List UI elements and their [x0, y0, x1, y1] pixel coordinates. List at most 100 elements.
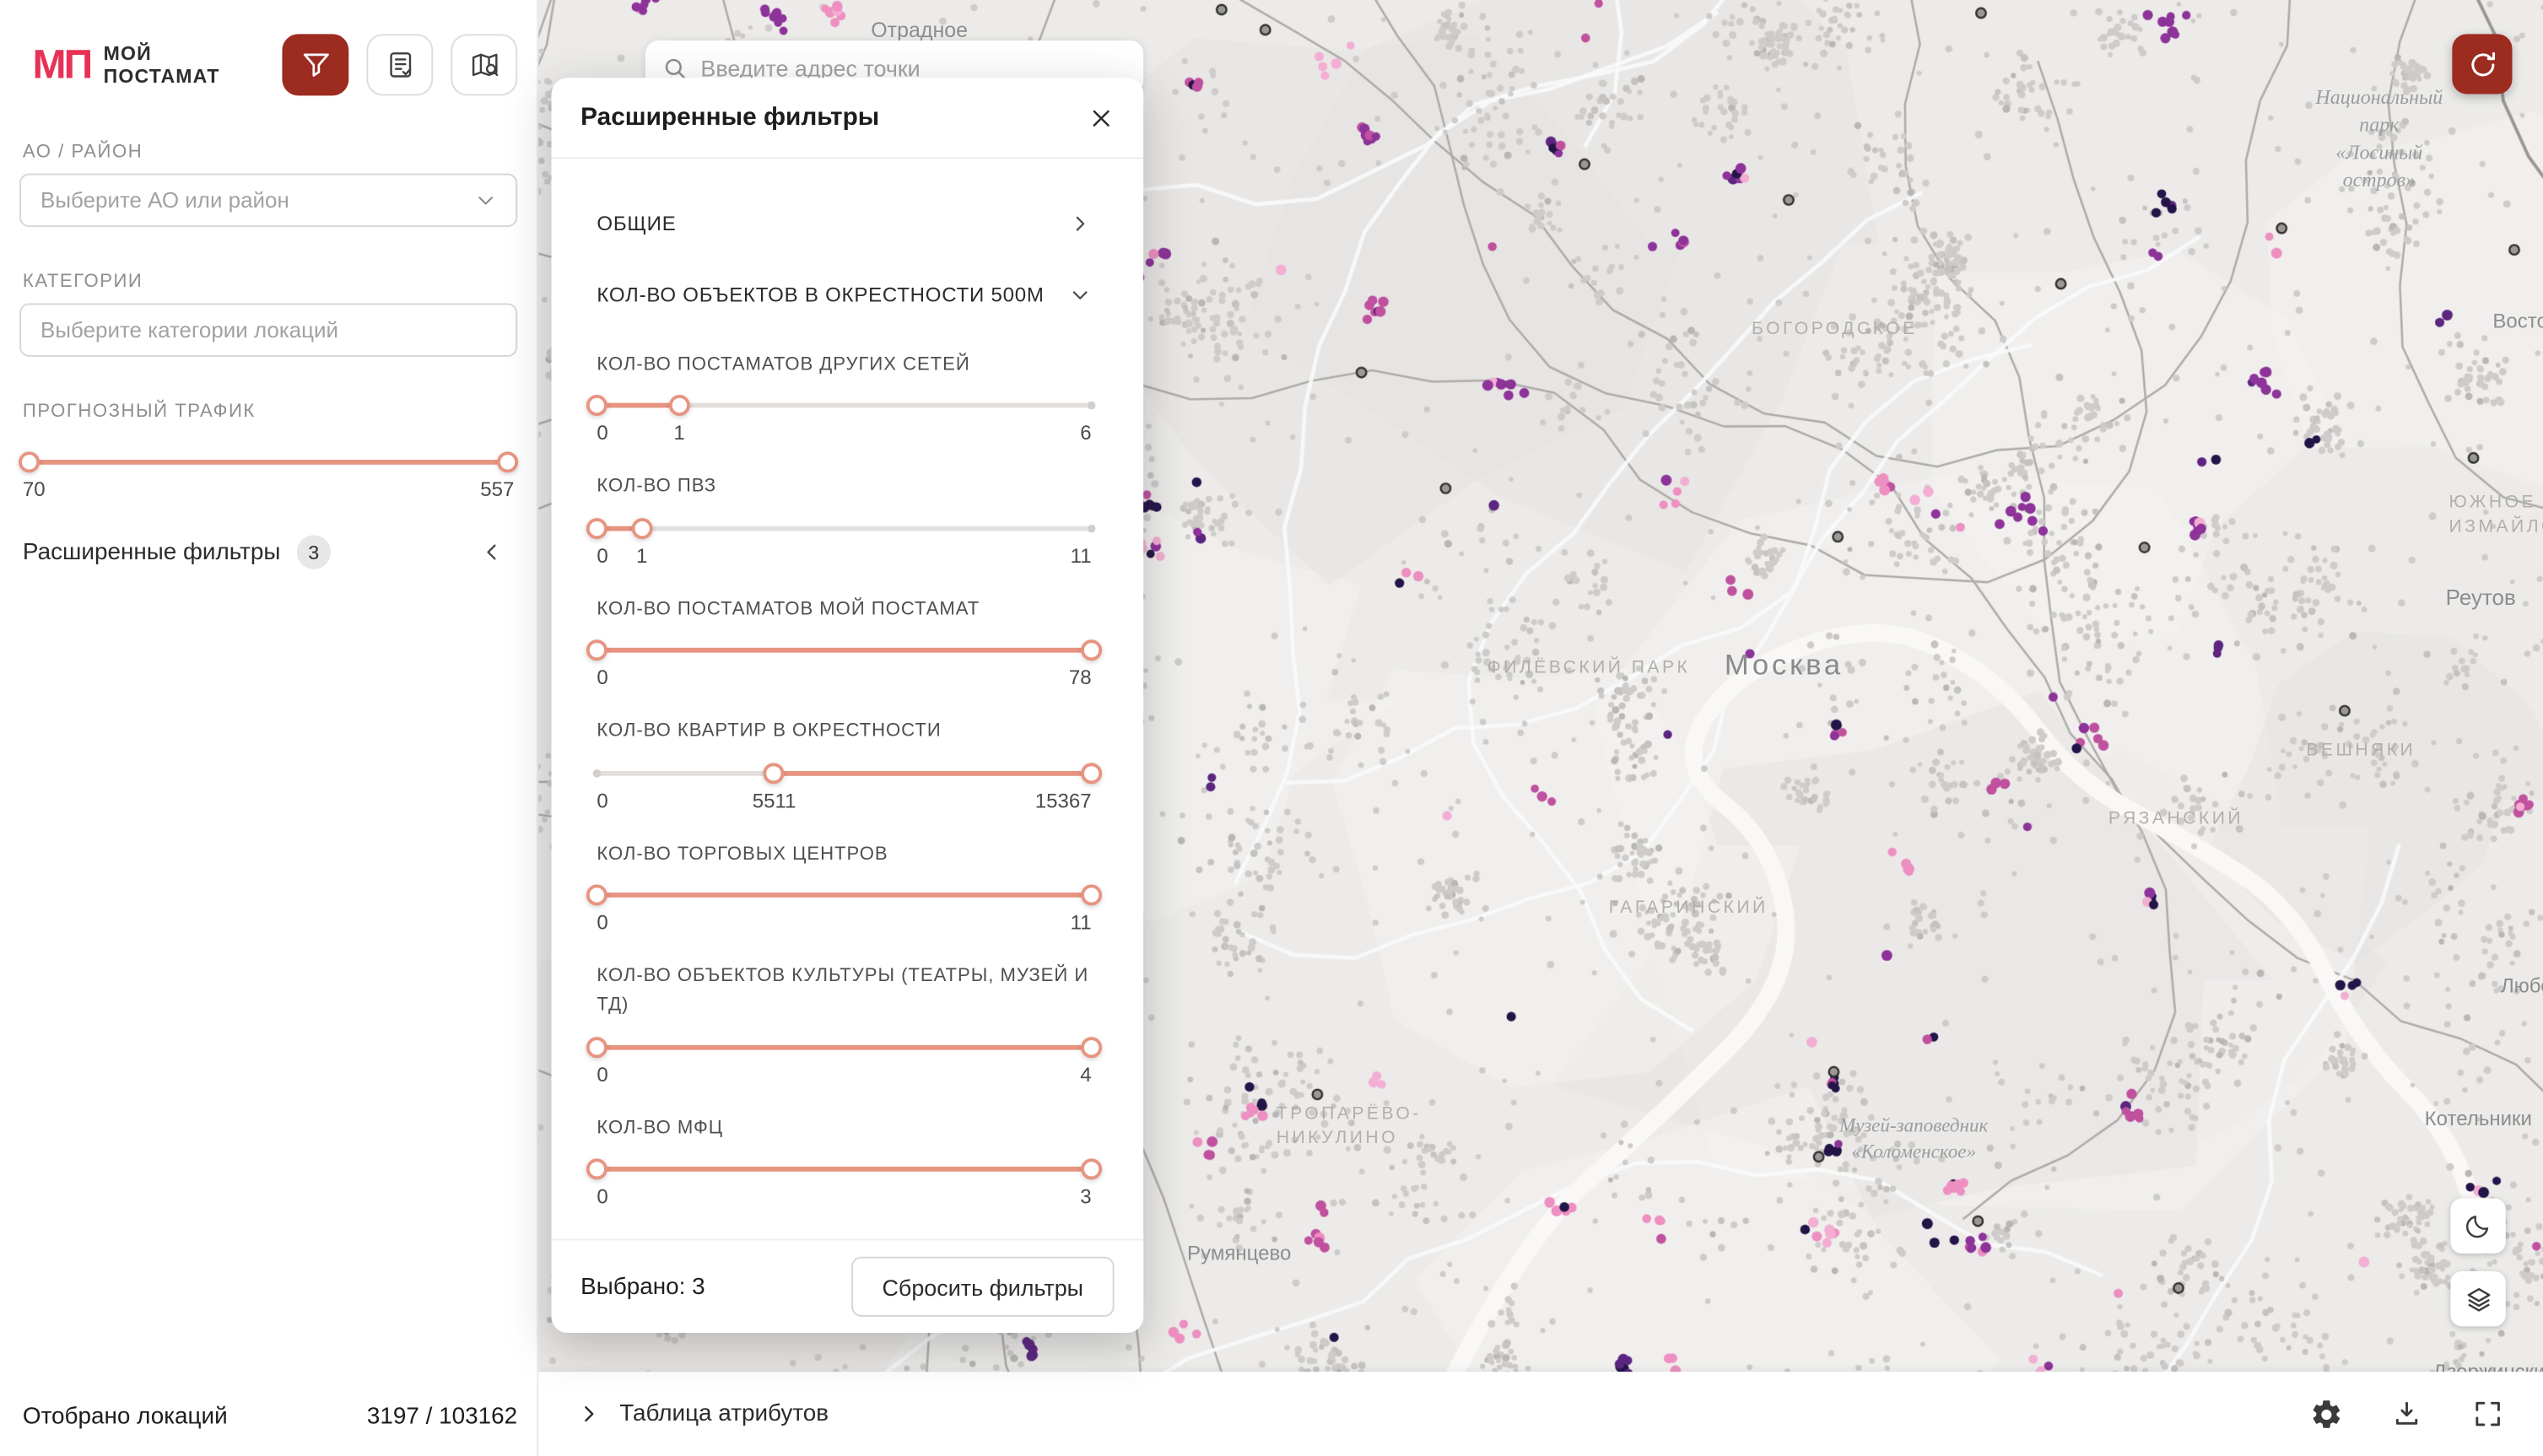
download-icon [2390, 1398, 2422, 1430]
selected-locations-value: 3197 / 103162 [367, 1405, 517, 1431]
traffic-range-slider[interactable] [30, 450, 508, 473]
chevron-right-icon [577, 1403, 600, 1426]
advanced-filters-modal: Расширенные фильтры ОБЩИЕ КОЛ-ВО ОБЪЕКТО… [552, 78, 1144, 1333]
modal-footer: Выбрано: 3 Сбросить фильтры [552, 1239, 1144, 1333]
range-slider[interactable] [597, 517, 1091, 540]
categories-input[interactable] [19, 303, 517, 356]
chevron-down-icon [475, 190, 496, 211]
chevron-right-icon [1069, 213, 1092, 235]
filter-group: КОЛ-ВО ПОСТАМАТОВ ДРУГИХ СЕТЕЙ 016 [597, 350, 1091, 446]
crescent-icon [2464, 1211, 2493, 1241]
gear-icon [2308, 1397, 2342, 1431]
slider-values: 011 [597, 911, 1091, 936]
sidebar-header: МП МОЙ ПОСТАМАТ [19, 32, 517, 97]
magnifier-icon [661, 54, 688, 80]
slider-handle-min[interactable] [586, 396, 607, 417]
filter-label: КОЛ-ВО ПОСТАМАТОВ МОЙ ПОСТАМАТ [597, 595, 1091, 624]
section-general[interactable]: ОБЩИЕ [597, 188, 1091, 260]
toolbar [282, 34, 517, 95]
report-button[interactable] [366, 34, 433, 95]
range-slider[interactable] [597, 884, 1091, 907]
filter-label: КОЛ-ВО ПОСТАМАТОВ ДРУГИХ СЕТЕЙ [597, 350, 1091, 380]
modal-title: Расширенные фильтры [580, 103, 879, 132]
slider-handle-max[interactable] [631, 518, 652, 539]
slider-handle-max[interactable] [497, 451, 518, 472]
filter-group: КОЛ-ВО МФЦ 03 [597, 1114, 1091, 1210]
categories-label: КАТЕГОРИИ [23, 272, 514, 292]
slider-values: 078 [597, 666, 1091, 691]
district-select[interactable]: Выберите АО или район [19, 174, 517, 227]
funnel-icon [300, 49, 332, 81]
filters-button[interactable] [282, 34, 348, 95]
slider-handle-max[interactable] [1081, 763, 1102, 784]
slider-handle-min[interactable] [586, 518, 607, 539]
filters-list: КОЛ-ВО ПОСТАМАТОВ ДРУГИХ СЕТЕЙ 016 КОЛ-В… [597, 350, 1091, 1210]
close-button[interactable] [1078, 94, 1124, 140]
slider-handle-max[interactable] [1081, 640, 1102, 661]
section-objects-500m[interactable]: КОЛ-ВО ОБЪЕКТОВ В ОКРЕСТНОСТИ 500М [597, 260, 1091, 332]
selected-count: Выбрано: 3 [580, 1274, 705, 1300]
logo: МП МОЙ ПОСТАМАТ [32, 41, 219, 88]
slider-handle-max[interactable] [669, 396, 690, 417]
layers-icon [2463, 1283, 2494, 1314]
filter-label: КОЛ-ВО ОБЪЕКТОВ КУЛЬТУРЫ (ТЕАТРЫ, МУЗЕЙ … [597, 962, 1091, 1022]
app: МП МОЙ ПОСТАМАТ [0, 0, 2543, 1456]
modal-body: ОБЩИЕ КОЛ-ВО ОБЪЕКТОВ В ОКРЕСТНОСТИ 500М… [552, 159, 1144, 1238]
fullscreen-button[interactable] [2455, 1382, 2520, 1447]
modal-header: Расширенные фильтры [552, 78, 1144, 159]
logo-mark: МП [32, 45, 90, 85]
slider-handle-min[interactable] [586, 1159, 607, 1180]
slider-handle-max[interactable] [1081, 1159, 1102, 1180]
slider-values: 0551115367 [597, 789, 1091, 813]
slider-values: 03 [597, 1185, 1091, 1210]
advanced-filters-toggle[interactable]: Расширенные фильтры 3 [19, 529, 517, 576]
range-slider[interactable] [597, 762, 1091, 785]
bottom-bar: Таблица атрибутов [538, 1372, 2543, 1456]
map-magnifier-icon [468, 49, 500, 81]
slider-handle-min[interactable] [764, 763, 785, 784]
slider-handle-min[interactable] [19, 451, 40, 472]
logo-text: МОЙ ПОСТАМАТ [104, 41, 220, 88]
slider-handle-min[interactable] [586, 1037, 607, 1058]
reset-filters-button[interactable]: Сбросить фильтры [851, 1257, 1115, 1317]
range-slider[interactable] [597, 1036, 1091, 1059]
attributes-table-label: Таблица атрибутов [619, 1401, 829, 1427]
circular-arrow-icon [2466, 48, 2498, 80]
selected-locations-label: Отобрано локаций [23, 1405, 228, 1431]
slider-handle-max[interactable] [1081, 1037, 1102, 1058]
map-actions [2293, 1382, 2520, 1447]
attributes-table-toggle[interactable]: Таблица атрибутов [577, 1401, 829, 1427]
slider-handle-min[interactable] [586, 640, 607, 661]
selection-summary: Отобрано локаций 3197 / 103162 [23, 1405, 517, 1431]
filter-group: КОЛ-ВО ПВЗ 0111 [597, 472, 1091, 569]
filter-group: КОЛ-ВО ПОСТАМАТОВ МОЙ ПОСТАМАТ 078 [597, 595, 1091, 691]
layers-button[interactable] [2450, 1271, 2505, 1326]
filter-label: КОЛ-ВО ПВЗ [597, 472, 1091, 502]
refresh-button[interactable] [2452, 34, 2512, 94]
range-slider[interactable] [597, 395, 1091, 418]
filter-group: КОЛ-ВО КВАРТИР В ОКРЕСТНОСТИ 0551115367 [597, 717, 1091, 813]
filter-group: КОЛ-ВО ОБЪЕКТОВ КУЛЬТУРЫ (ТЕАТРЫ, МУЗЕЙ … [597, 962, 1091, 1088]
filters-count-badge: 3 [297, 535, 331, 569]
chevron-left-icon [480, 540, 505, 564]
range-slider[interactable] [597, 1158, 1091, 1181]
address-search-input[interactable] [700, 54, 1127, 80]
traffic-slider-values: 70557 [23, 478, 514, 503]
slider-handle-max[interactable] [1081, 884, 1102, 905]
filter-group: КОЛ-ВО ТОРГОВЫХ ЦЕНТРОВ 011 [597, 839, 1091, 936]
slider-handle-min[interactable] [586, 884, 607, 905]
night-mode-button[interactable] [2450, 1198, 2505, 1253]
slider-values: 0111 [597, 544, 1091, 569]
close-icon [1088, 105, 1115, 131]
expand-icon [2471, 1398, 2503, 1430]
range-slider[interactable] [597, 639, 1091, 662]
download-button[interactable] [2374, 1382, 2439, 1447]
filter-label: КОЛ-ВО МФЦ [597, 1114, 1091, 1143]
district-label: АО / РАЙОН [23, 143, 514, 162]
settings-button[interactable] [2293, 1382, 2358, 1447]
slider-values: 04 [597, 1063, 1091, 1087]
filter-label: КОЛ-ВО ТОРГОВЫХ ЦЕНТРОВ [597, 839, 1091, 869]
filter-label: КОЛ-ВО КВАРТИР В ОКРЕСТНОСТИ [597, 717, 1091, 747]
chevron-down-icon [1069, 283, 1092, 306]
map-search-button[interactable] [451, 34, 517, 95]
